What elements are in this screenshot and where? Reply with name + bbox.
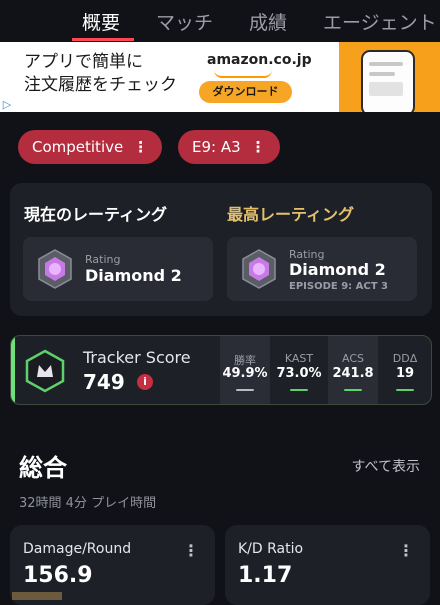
stat-label: DDΔ [392,352,418,365]
stat-value: 241.8 [332,366,374,381]
tab-agents[interactable]: エージェント [323,8,437,35]
tab-stats[interactable]: 成績 [249,8,287,35]
peak-rating-value: Diamond 2 [289,260,386,279]
kebab-icon: ⋮ [250,138,266,156]
stat-acs: ACS 241.8 [328,336,378,404]
amazon-smile-icon [214,70,272,78]
tracker-score-icon [25,349,65,393]
kebab-icon[interactable]: ⋮ [398,541,414,560]
stat-value: 49.9% [222,366,268,381]
kd-ratio-card[interactable]: K/D Ratio 1.17 ⋮ [225,525,430,605]
current-rating-box: Rating Diamond 2 [23,237,213,301]
amazon-logo: amazon.co.jp [207,52,312,68]
stat-indicator [290,389,308,391]
stat-value: 19 [395,366,415,381]
show-all-link[interactable]: すべて表示 [352,456,420,476]
stat-dd-delta: DDΔ 19 [380,336,430,404]
stat-indicator [236,389,254,391]
ad-choices-icon[interactable]: ▷ [0,98,14,112]
tracker-accent-bar [11,336,15,404]
stat-indicator [396,389,414,391]
stat-kast: KAST 73.0% [272,336,326,404]
rating-label: Rating [85,253,121,266]
phone-ui-block [369,82,403,96]
phone-ui-line [369,62,403,66]
tracker-score-card[interactable]: Tracker Score 749 i 勝率 49.9% KAST 73.0% … [10,335,432,405]
tab-matches[interactable]: マッチ [156,8,213,35]
act-filter-label: E9: A3 [192,138,241,156]
top-tab-bar: 概要 マッチ 成績 エージェント [0,0,440,42]
tab-overview[interactable]: 概要 [82,8,120,35]
stat-label: KAST [284,352,314,365]
mode-filter-label: Competitive [32,138,124,156]
kebab-icon: ⋮ [133,138,149,156]
playtime-text: 32時間 4分 プレイ時間 [19,496,157,511]
ad-copy: アプリで簡単に 注文履歴をチェック [24,51,177,97]
stat-label: ACS [342,352,364,365]
stat-card-label: Damage/Round [23,541,132,557]
kebab-icon[interactable]: ⋮ [183,541,199,560]
tracker-score-value: 749 [83,370,125,394]
diamond-rank-icon [242,249,276,289]
stat-card-value: 1.17 [238,563,293,588]
tracker-score-label: Tracker Score [83,348,191,367]
current-rating-value: Diamond 2 [85,266,182,285]
card-corner-decoration [12,592,62,600]
stat-card-label: K/D Ratio [238,541,304,557]
ad-line-2: 注文履歴をチェック [24,75,177,95]
active-tab-indicator [72,38,134,41]
current-rating-heading: 現在のレーティング [24,205,168,224]
stat-value: 73.0% [276,366,322,381]
ad-download-button[interactable]: ダウンロード [199,81,292,103]
stat-card-value: 156.9 [23,563,93,588]
peak-episode-label: EPISODE 9: ACT 3 [289,281,388,292]
ad-banner[interactable]: アプリで簡単に 注文履歴をチェック amazon.co.jp ダウンロード ▷ [0,42,440,112]
ad-phone-image [361,50,415,112]
overview-title: 総合 [19,454,67,482]
peak-rating-box: Rating Diamond 2 EPISODE 9: ACT 3 [227,237,417,301]
act-filter-pill[interactable]: E9: A3 ⋮ [178,130,280,164]
info-icon[interactable]: i [137,374,153,390]
mode-filter-pill[interactable]: Competitive ⋮ [18,130,163,164]
stat-winrate: 勝率 49.9% [220,336,270,404]
diamond-rank-icon [38,249,72,289]
ad-line-1: アプリで簡単に [24,52,143,72]
peak-rating-heading: 最高レーティング [227,205,355,224]
stat-indicator [344,389,362,391]
phone-ui-line [369,72,395,76]
